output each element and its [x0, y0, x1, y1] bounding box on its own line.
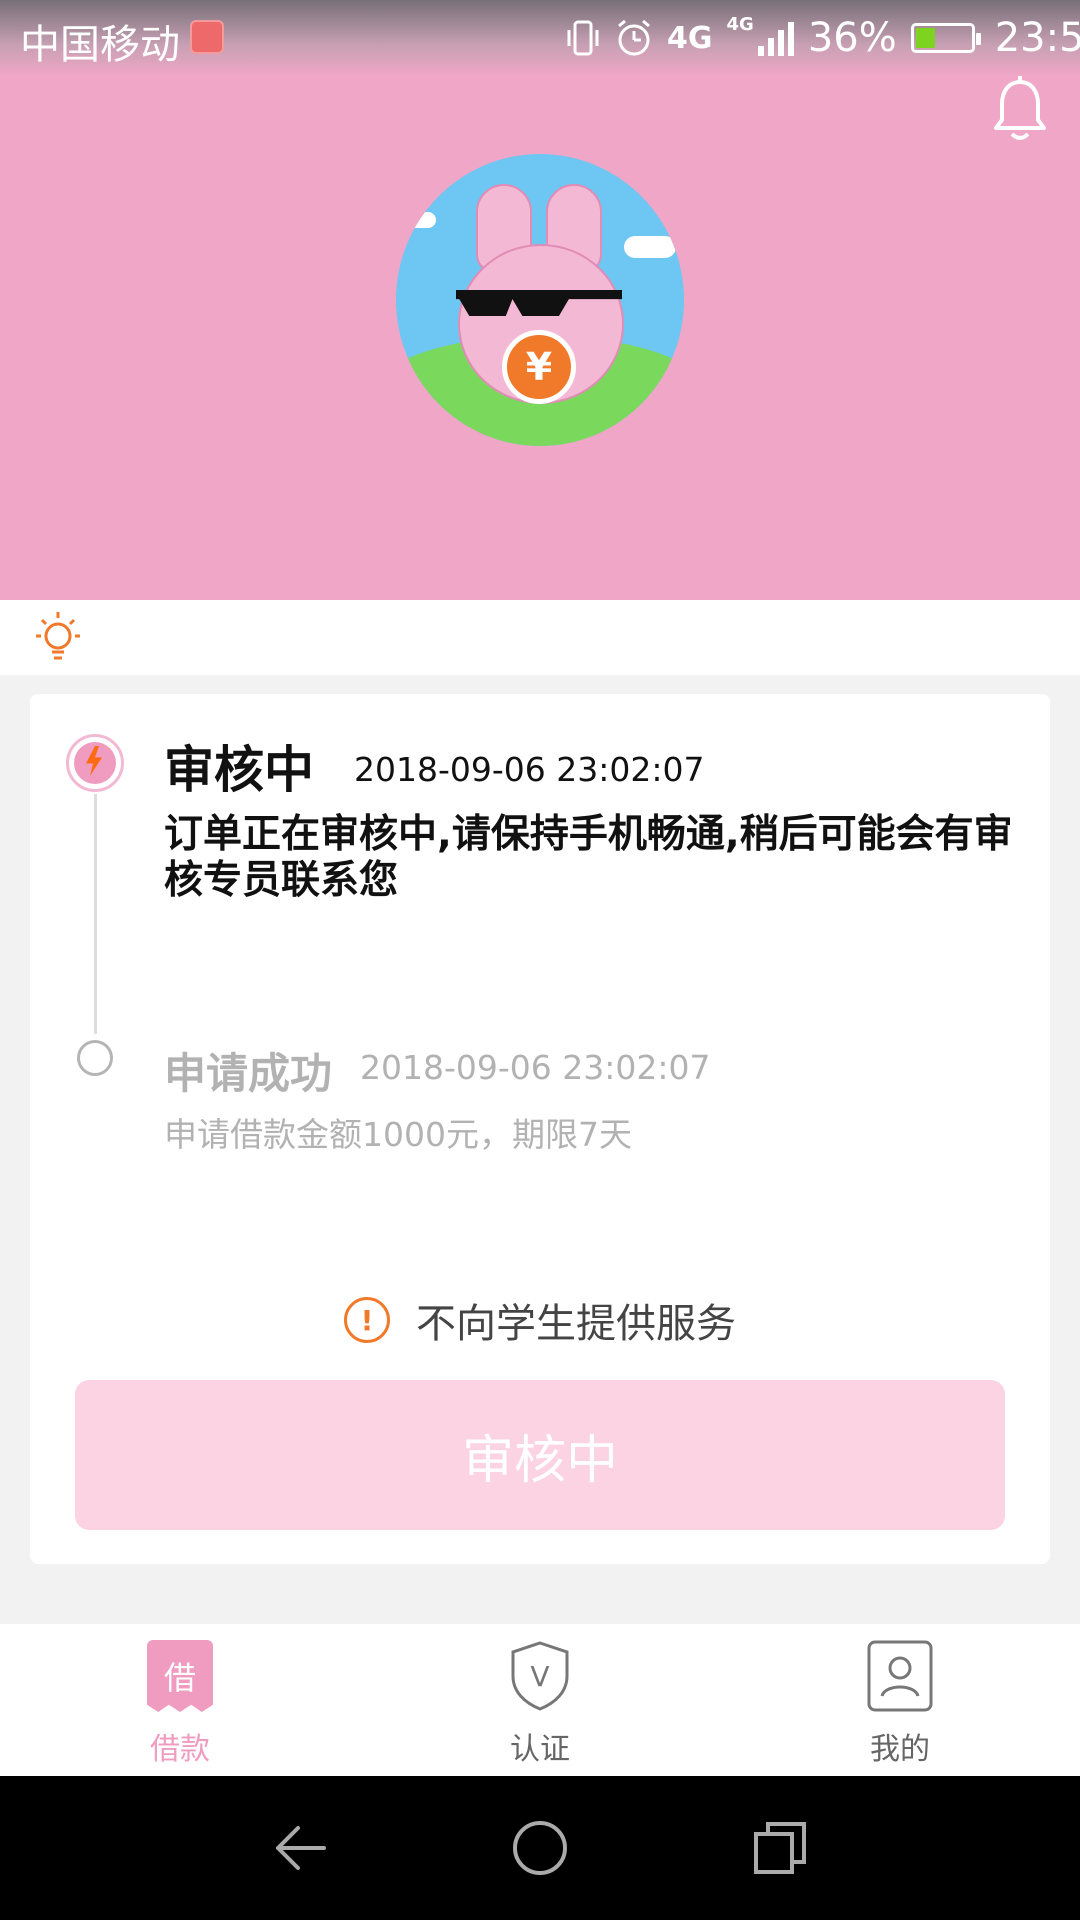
signal-icon	[757, 20, 794, 56]
header-banner: ¥	[0, 76, 1080, 600]
status-button[interactable]: 审核中	[75, 1380, 1005, 1530]
home-icon[interactable]	[510, 1818, 570, 1878]
shield-icon: V	[511, 1641, 569, 1711]
carrier-name: 中国移动	[20, 22, 180, 68]
nav-item-verify[interactable]: V 认证	[360, 1624, 720, 1776]
back-icon[interactable]	[270, 1818, 330, 1878]
step-desc-applied: 申请借款金额1000元，期限7天	[164, 1115, 632, 1154]
status-icons: 4G 4G 36% 23:54	[565, 10, 1080, 66]
cloud-shape	[624, 236, 676, 258]
network-type-secondary: 4G	[726, 14, 754, 35]
battery-percent: 36%	[807, 15, 897, 61]
app-notification-icon	[190, 20, 224, 54]
order-status-card: 审核中 2018-09-06 23:02:07 订单正在审核中,请保持手机畅通,…	[30, 694, 1050, 1564]
timeline-line	[94, 794, 97, 1034]
status-bar: 中国移动 4G 4G 36% 23:54	[0, 0, 1080, 76]
lightbulb-icon	[36, 612, 80, 660]
timeline-active-dot	[66, 734, 124, 792]
nav-label-verify: 认证	[510, 1732, 570, 1767]
network-type: 4G	[667, 20, 713, 56]
step-desc-reviewing: 订单正在审核中,请保持手机畅通,稍后可能会有审核专员联系您	[164, 812, 1013, 903]
cloud-shape	[408, 212, 436, 228]
step-time-reviewing: 2018-09-06 23:02:07	[354, 750, 705, 789]
battery-fill	[915, 28, 935, 48]
notice-bar[interactable]	[0, 600, 1080, 675]
profile-icon	[867, 1640, 933, 1712]
nav-item-borrow[interactable]: 借 借款	[0, 1624, 360, 1776]
nav-label-borrow: 借款	[150, 1732, 210, 1767]
recents-icon[interactable]	[750, 1818, 810, 1878]
system-nav-bar	[0, 1776, 1080, 1920]
alarm-icon	[618, 19, 650, 56]
student-warning: ! 不向学生提供服务	[30, 1290, 1050, 1350]
vibrate-icon	[567, 20, 599, 56]
bell-icon[interactable]	[990, 76, 1050, 146]
timeline-dot	[77, 1040, 113, 1076]
nav-item-mine[interactable]: 我的	[720, 1624, 1080, 1776]
clock: 23:54	[994, 15, 1080, 61]
step-time-applied: 2018-09-06 23:02:07	[360, 1048, 711, 1087]
nav-label-mine: 我的	[870, 1732, 930, 1767]
borrow-icon: 借	[147, 1640, 213, 1712]
shield-letter: V	[530, 1660, 549, 1693]
avatar: ¥	[396, 154, 684, 446]
warning-icon: !	[344, 1297, 390, 1343]
battery-icon	[910, 23, 981, 53]
step-title-reviewing: 审核中	[164, 741, 314, 799]
warning-text: 不向学生提供服务	[416, 1301, 736, 1347]
step-title-applied: 申请成功	[164, 1049, 333, 1098]
bottom-nav: 借 借款 V 认证 我的	[0, 1624, 1080, 1776]
yuan-coin-icon: ¥	[502, 330, 576, 404]
